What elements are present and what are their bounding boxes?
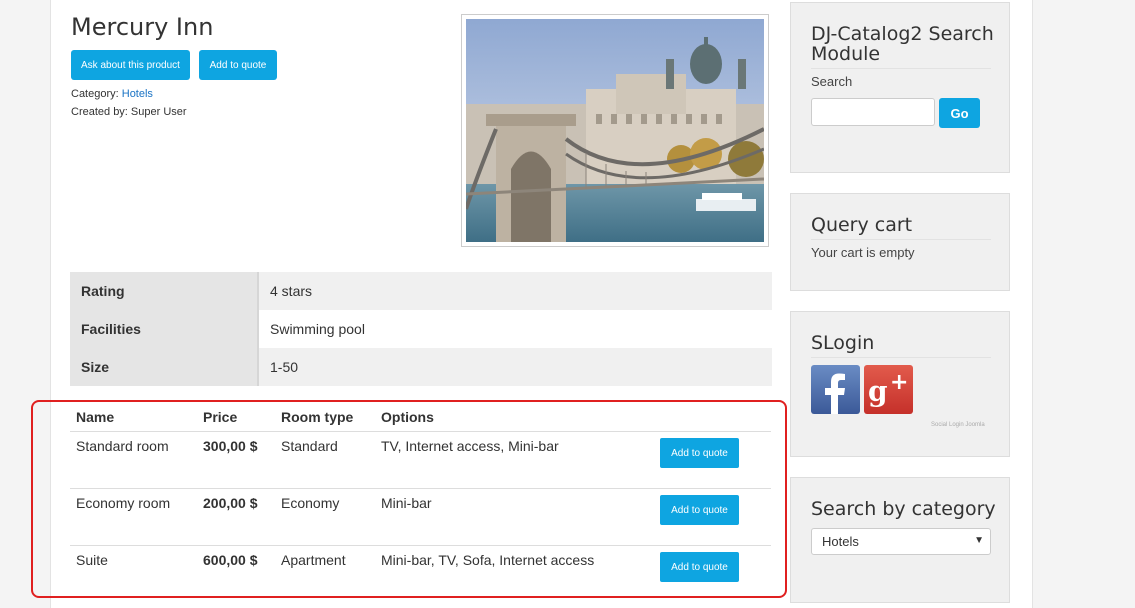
slogin-module: SLogin g + Social Login Joomla <box>790 311 1010 457</box>
attributes-table: Rating 4 stars Facilities Swimming pool … <box>70 272 772 386</box>
category-select-value: Hotels <box>822 534 859 549</box>
divider <box>811 239 991 240</box>
google-plus-icon[interactable]: g + <box>864 365 913 414</box>
room-action: Add to quote <box>654 546 771 603</box>
room-add-to-quote-button[interactable]: Add to quote <box>660 495 739 525</box>
room-options: TV, Internet access, Mini-bar <box>375 431 654 489</box>
product-author: Created by: Super User <box>71 106 187 118</box>
room-options: Mini-bar <box>375 488 654 546</box>
search-module: DJ-Catalog2 Search Module Search Go <box>790 2 1010 173</box>
room-type: Economy <box>275 488 375 546</box>
divider <box>811 357 991 358</box>
category-link[interactable]: Hotels <box>122 88 153 100</box>
room-action: Add to quote <box>654 488 771 546</box>
category-label: Category: <box>71 88 122 100</box>
category-module-title: Search by category <box>811 498 996 520</box>
attribute-value: Swimming pool <box>270 321 365 337</box>
query-cart-title: Query cart <box>811 214 913 236</box>
cart-status-text: Your cart is empty <box>811 245 915 260</box>
attribute-row: Rating 4 stars <box>70 272 772 310</box>
search-input[interactable] <box>811 98 935 126</box>
col-action-header <box>654 405 771 432</box>
table-row: Standard room 300,00 $ Standard TV, Inte… <box>70 431 771 489</box>
query-cart-module: Query cart Your cart is empty <box>790 193 1010 291</box>
attribute-name: Facilities <box>70 310 259 348</box>
col-price-header: Price <box>197 405 275 432</box>
product-photo <box>461 14 769 247</box>
attribute-value: 1-50 <box>270 359 299 375</box>
room-add-to-quote-button[interactable]: Add to quote <box>660 552 739 582</box>
search-go-button[interactable]: Go <box>939 98 980 128</box>
table-row: Suite 600,00 $ Apartment Mini-bar, TV, S… <box>70 546 771 603</box>
category-module: Search by category Hotels ▼ <box>790 477 1010 603</box>
facebook-icon[interactable] <box>811 365 860 414</box>
chevron-down-icon: ▼ <box>974 535 984 546</box>
product-category: Category: Hotels <box>71 88 153 100</box>
slogin-credit[interactable]: Social Login Joomla <box>931 422 985 428</box>
city-bridge-photo-icon <box>466 19 764 242</box>
svg-text:+: + <box>890 370 908 395</box>
attribute-value: 4 stars <box>270 283 313 299</box>
slogin-title: SLogin <box>811 332 875 354</box>
svg-text:g: g <box>868 375 888 408</box>
room-add-to-quote-button[interactable]: Add to quote <box>660 438 739 468</box>
category-select[interactable]: Hotels ▼ <box>811 528 991 555</box>
rooms-header-row: Name Price Room type Options <box>70 405 771 432</box>
add-to-quote-button[interactable]: Add to quote <box>199 50 277 80</box>
attribute-row: Size 1-50 <box>70 348 772 386</box>
room-options: Mini-bar, TV, Sofa, Internet access <box>381 552 595 568</box>
room-name: Economy room <box>70 488 197 546</box>
table-row: Economy room 200,00 $ Economy Mini-bar A… <box>70 488 771 546</box>
room-price: 300,00 $ <box>197 431 275 489</box>
search-label: Search <box>811 74 853 89</box>
room-type: Standard <box>275 431 375 489</box>
col-type-header: Room type <box>275 405 375 432</box>
col-name-header: Name <box>70 405 197 432</box>
search-module-title: DJ-Catalog2 Search Module <box>811 23 994 65</box>
room-action: Add to quote <box>654 431 771 489</box>
attribute-name: Size <box>70 348 259 386</box>
room-name: Suite <box>76 552 108 568</box>
room-name: Standard room <box>70 431 197 489</box>
room-type: Apartment <box>281 552 346 568</box>
attribute-name: Rating <box>70 272 259 310</box>
attribute-row: Facilities Swimming pool <box>70 310 772 348</box>
divider <box>811 68 991 69</box>
ask-about-product-button[interactable]: Ask about this product <box>71 50 190 80</box>
room-price: 200,00 $ <box>197 488 275 546</box>
product-title: Mercury Inn <box>71 13 214 41</box>
col-options-header: Options <box>375 405 654 432</box>
room-price: 600,00 $ <box>203 552 258 568</box>
rooms-table: Name Price Room type Options Standard ro… <box>70 405 771 602</box>
